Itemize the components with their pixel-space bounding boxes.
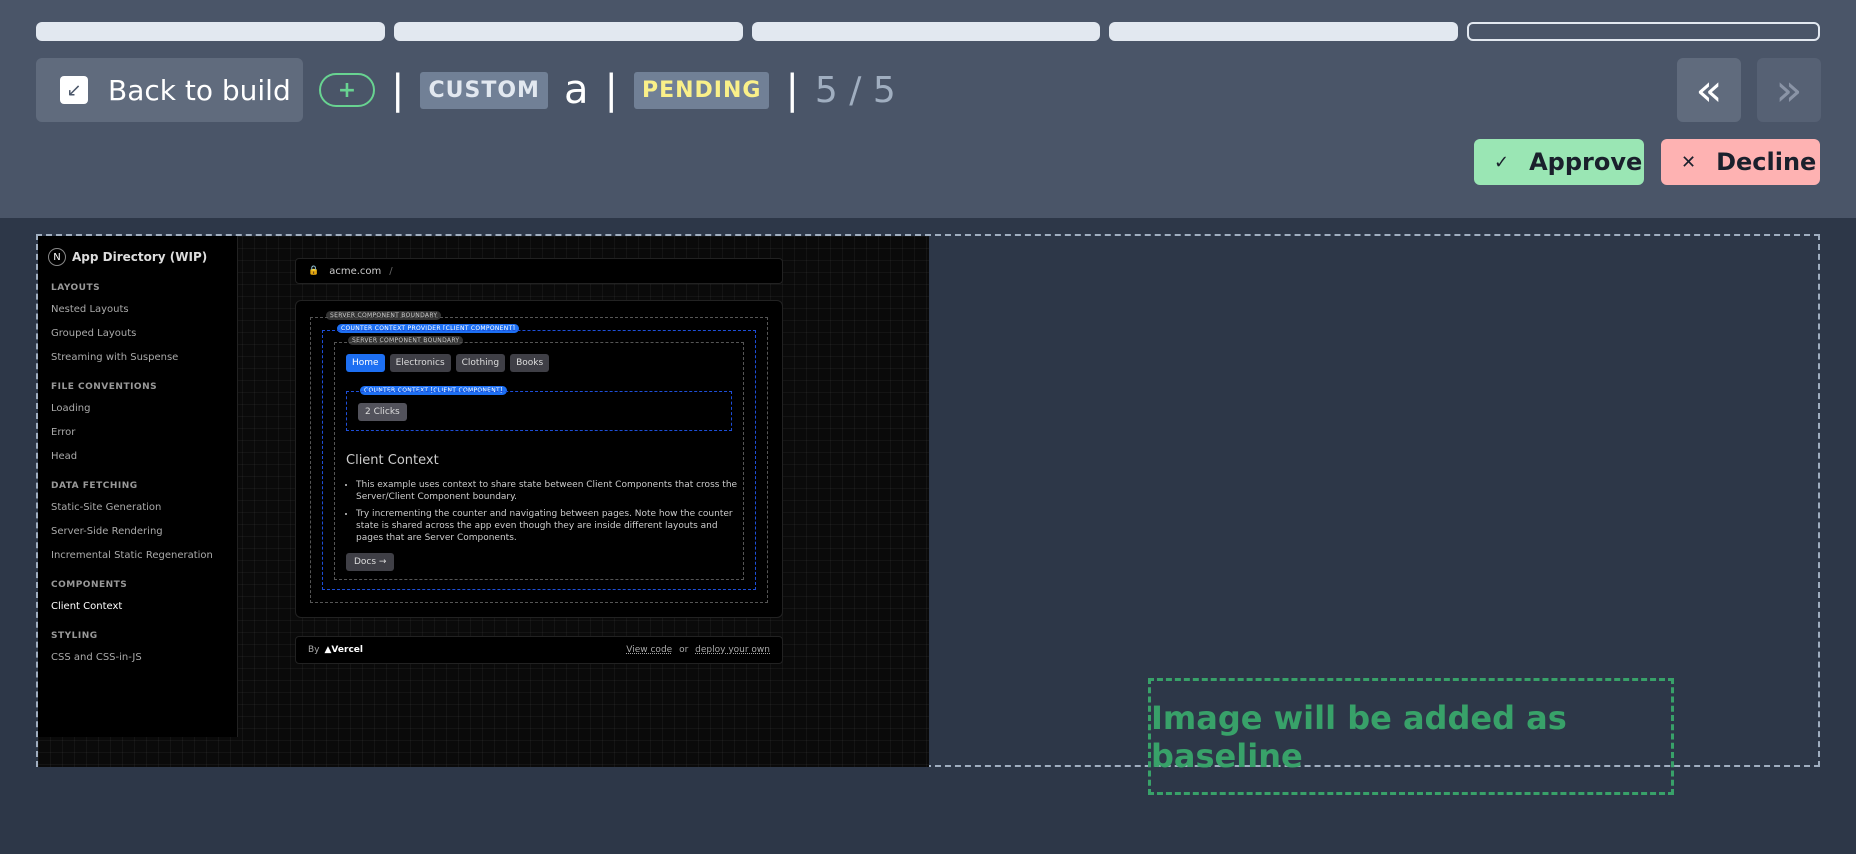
sidebar-section-components: COMPONENTS xyxy=(51,580,128,590)
address-host: acme.com xyxy=(329,265,382,277)
sidebar-item-ssr[interactable]: Server-Side Rendering xyxy=(51,526,163,537)
test-name: a xyxy=(563,67,589,113)
docs-button[interactable]: Docs → xyxy=(346,553,395,571)
back-to-build-button[interactable]: ↙ Back to build xyxy=(36,58,303,122)
progress-segment[interactable] xyxy=(1109,22,1459,41)
add-button[interactable]: + xyxy=(319,73,375,107)
type-tag: CUSTOM xyxy=(420,71,548,109)
footer-by: By xyxy=(308,645,320,655)
comparison-area: N App Directory (WIP) LAYOUTS Nested Lay… xyxy=(36,234,1820,795)
sidebar-item-loading[interactable]: Loading xyxy=(51,403,90,414)
address-bar[interactable]: 🔒 acme.com / xyxy=(295,258,783,284)
footer-links: View code or deploy your own xyxy=(622,645,770,655)
sidebar-section-data-fetching: DATA FETCHING xyxy=(51,481,138,491)
decline-button[interactable]: ✕ Decline xyxy=(1661,139,1820,185)
sidebar-section-styling: STYLING xyxy=(51,631,98,641)
sidebar-item-nested-layouts[interactable]: Nested Layouts xyxy=(51,304,129,315)
sidebar-item-ssg[interactable]: Static-Site Generation xyxy=(51,502,161,513)
app-footer: By ▲Vercel View code or deploy your own xyxy=(295,636,783,664)
progress-segment[interactable] xyxy=(751,22,1101,41)
sidebar-item-isr[interactable]: Incremental Static Regeneration xyxy=(51,550,213,561)
vercel-logo[interactable]: ▲Vercel xyxy=(325,645,363,655)
progress-segment[interactable] xyxy=(36,22,385,41)
progress-segment[interactable] xyxy=(393,22,743,41)
list-item: Try incrementing the counter and navigat… xyxy=(356,508,738,544)
sidebar-item-head[interactable]: Head xyxy=(51,451,77,462)
app-title: App Directory (WIP) xyxy=(72,250,208,264)
back-to-build-label: Back to build xyxy=(108,73,291,107)
arrow-down-left-icon: ↙ xyxy=(60,76,88,104)
category-tabs: Home Electronics Clothing Books xyxy=(346,354,550,372)
click-counter-button[interactable]: 2 Clicks xyxy=(358,403,407,421)
view-code-link[interactable]: View code xyxy=(626,645,672,655)
separator: | xyxy=(604,67,618,113)
tab-electronics[interactable]: Electronics xyxy=(389,354,451,372)
sidebar-item-grouped-layouts[interactable]: Grouped Layouts xyxy=(51,328,136,339)
position-counter: 5 / 5 xyxy=(814,69,896,111)
check-icon: ✓ xyxy=(1494,151,1510,173)
sidebar-item-error[interactable]: Error xyxy=(51,427,75,438)
description-list: This example uses context to share state… xyxy=(346,479,738,549)
toolbar: ↙ Back to build + | CUSTOM a | PENDING |… xyxy=(36,58,896,122)
address-path: / xyxy=(389,265,393,277)
deploy-link[interactable]: deploy your own xyxy=(695,645,770,655)
app-sidebar: N App Directory (WIP) LAYOUTS Nested Lay… xyxy=(38,236,238,737)
separator: | xyxy=(785,67,799,113)
status-badge: PENDING xyxy=(633,71,770,109)
footer-or: or xyxy=(679,645,689,655)
review-header: ↙ Back to build + | CUSTOM a | PENDING |… xyxy=(0,0,1856,218)
captured-screenshot: N App Directory (WIP) LAYOUTS Nested Lay… xyxy=(38,236,929,767)
sidebar-section-file-conventions: FILE CONVENTIONS xyxy=(51,382,158,392)
sidebar-item-css[interactable]: CSS and CSS-in-JS xyxy=(51,652,142,663)
list-item: This example uses context to share state… xyxy=(356,479,738,503)
tab-home[interactable]: Home xyxy=(346,354,385,372)
nextjs-logo-icon: N xyxy=(48,248,66,266)
approve-label: Approve xyxy=(1529,148,1643,176)
previous-button[interactable]: « xyxy=(1677,58,1741,122)
close-icon: ✕ xyxy=(1681,151,1697,173)
next-button[interactable]: » xyxy=(1757,58,1821,122)
sidebar-header: N App Directory (WIP) xyxy=(48,248,207,266)
approve-button[interactable]: ✓ Approve xyxy=(1474,139,1644,185)
double-chevron-right-icon: » xyxy=(1775,64,1803,116)
content-panel: SERVER COMPONENT BOUNDARY COUNTER CONTEX… xyxy=(295,300,783,618)
baseline-placeholder: Image will be added as baseline xyxy=(1148,678,1674,795)
sidebar-item-client-context[interactable]: Client Context xyxy=(51,601,122,612)
lock-icon: 🔒 xyxy=(308,266,320,276)
progress-segment-current[interactable] xyxy=(1467,22,1820,41)
double-chevron-left-icon: « xyxy=(1695,64,1723,116)
separator: | xyxy=(391,67,405,113)
tab-books[interactable]: Books xyxy=(510,354,550,372)
content-heading: Client Context xyxy=(346,453,439,468)
sidebar-section-layouts: LAYOUTS xyxy=(51,283,101,293)
tab-clothing[interactable]: Clothing xyxy=(455,354,506,372)
progress-bar xyxy=(36,22,1820,41)
sidebar-item-streaming[interactable]: Streaming with Suspense xyxy=(51,352,178,363)
decline-label: Decline xyxy=(1716,148,1817,176)
